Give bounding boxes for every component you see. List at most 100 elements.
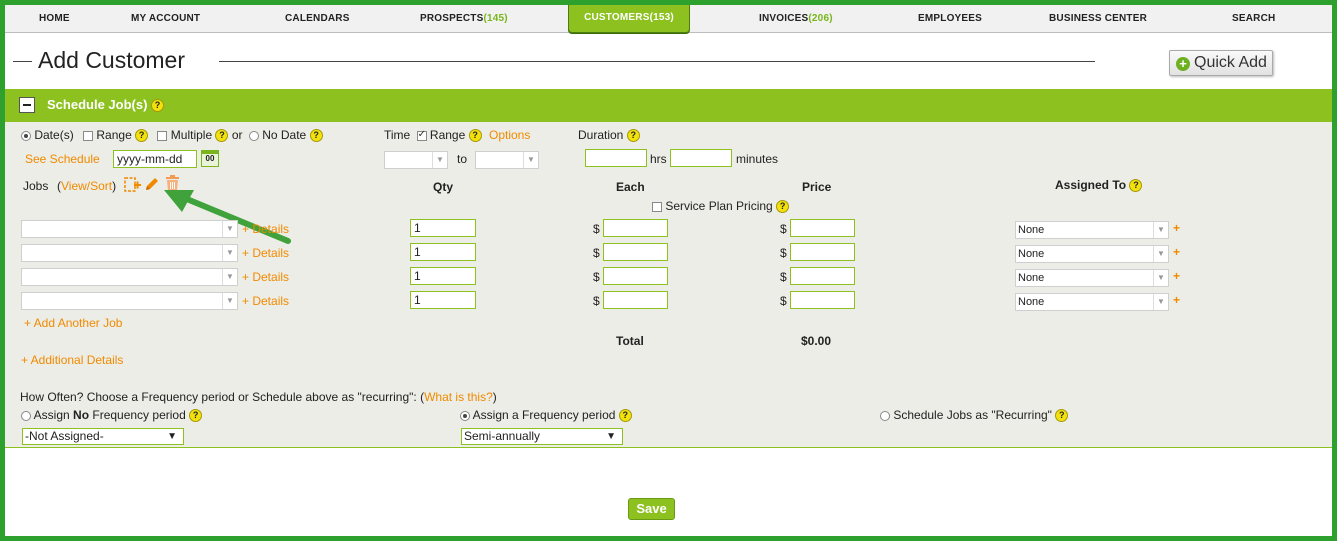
- multiple-checkbox[interactable]: [157, 130, 168, 141]
- frequency-period-value: Semi-annually: [464, 429, 541, 443]
- nav-customers-label: CUSTOMERS: [584, 12, 650, 23]
- job-price-input[interactable]: [790, 267, 855, 285]
- view-sort-link[interactable]: View/Sort: [61, 179, 112, 193]
- price-header: Price: [802, 180, 832, 194]
- what-is-this-link[interactable]: What is this?: [424, 390, 493, 404]
- add-assignee-icon[interactable]: +: [1173, 221, 1180, 235]
- additional-details-link[interactable]: + Additional Details: [21, 353, 123, 367]
- help-icon[interactable]: ?: [151, 99, 165, 113]
- job-qty-input[interactable]: 1: [410, 219, 476, 237]
- job-price-input[interactable]: [790, 219, 855, 237]
- no-date-radio[interactable]: [248, 130, 259, 141]
- page-title: Add Customer: [38, 47, 186, 73]
- assigned-to-select[interactable]: None ▼: [1015, 245, 1169, 263]
- nav-calendars[interactable]: CALENDARS: [285, 5, 350, 33]
- job-qty-input[interactable]: 1: [410, 291, 476, 309]
- help-icon[interactable]: ?: [776, 200, 790, 214]
- edit-pencil-icon[interactable]: [144, 176, 160, 192]
- job-qty-input[interactable]: 1: [410, 267, 476, 285]
- quick-add-button[interactable]: + Quick Add: [1169, 50, 1273, 76]
- collapse-icon[interactable]: [19, 97, 35, 113]
- assign-frequency-option: Assign a Frequency period ?: [460, 408, 632, 423]
- chevron-down-icon: ▼: [1153, 270, 1168, 286]
- help-icon[interactable]: ?: [626, 129, 640, 143]
- see-schedule-link[interactable]: See Schedule: [25, 152, 100, 166]
- dates-radio[interactable]: [21, 130, 31, 141]
- assign-frequency-radio[interactable]: [460, 410, 470, 421]
- add-assignee-icon[interactable]: +: [1173, 269, 1180, 283]
- range-checkbox[interactable]: [83, 130, 94, 141]
- assigned-to-value: None: [1018, 296, 1045, 308]
- add-assignee-icon[interactable]: +: [1173, 293, 1180, 307]
- add-assignee-icon[interactable]: +: [1173, 245, 1180, 259]
- help-icon[interactable]: ?: [1055, 409, 1069, 423]
- nav-customers[interactable]: CUSTOMERS(153): [568, 4, 690, 33]
- job-select[interactable]: ▼: [21, 268, 238, 286]
- job-each-input[interactable]: [603, 267, 668, 285]
- duration-minutes-input[interactable]: [670, 149, 732, 167]
- hrs-label: hrs: [650, 152, 667, 166]
- job-each-input[interactable]: [603, 243, 668, 261]
- job-details-link[interactable]: + Details: [242, 222, 289, 236]
- job-each-input[interactable]: [603, 291, 668, 309]
- assign-no-frequency-radio[interactable]: [21, 410, 31, 421]
- job-price-input[interactable]: [790, 291, 855, 309]
- time-group: Time Range ? Options: [384, 128, 530, 143]
- time-range-checkbox[interactable]: [416, 129, 427, 141]
- time-to-label: to: [457, 152, 468, 166]
- assigned-to-select[interactable]: None ▼: [1015, 293, 1169, 311]
- frequency-question-text: How Often? Choose a Frequency period or …: [20, 390, 425, 404]
- help-icon[interactable]: ?: [309, 129, 323, 143]
- qty-header: Qty: [433, 180, 454, 194]
- job-details-link[interactable]: + Details: [242, 294, 289, 308]
- job-each-input[interactable]: [603, 219, 668, 237]
- help-icon[interactable]: ?: [135, 129, 149, 143]
- dates-label: Date(s): [34, 128, 74, 142]
- date-input[interactable]: yyyy-mm-dd: [113, 150, 197, 168]
- add-job-icon[interactable]: [124, 176, 142, 194]
- job-select[interactable]: ▼: [21, 220, 238, 238]
- multiple-label: Multiple: [170, 128, 213, 142]
- add-another-job-link[interactable]: + Add Another Job: [24, 316, 122, 330]
- annotation-arrow-icon: [164, 190, 291, 244]
- jobs-label: Jobs: [23, 179, 49, 193]
- time-start-select[interactable]: ▼: [384, 151, 448, 169]
- job-price-input[interactable]: [790, 243, 855, 261]
- nav-employees[interactable]: EMPLOYEES: [918, 5, 982, 33]
- help-icon[interactable]: ?: [618, 409, 632, 423]
- assigned-to-select[interactable]: None ▼: [1015, 221, 1169, 239]
- nav-search[interactable]: SEARCH: [1232, 5, 1275, 33]
- assigned-to-select[interactable]: None ▼: [1015, 269, 1169, 287]
- service-plan-pricing-checkbox[interactable]: [652, 201, 662, 212]
- time-range-label: Range: [429, 128, 466, 142]
- title-rule-right: [219, 61, 1095, 62]
- job-select[interactable]: ▼: [21, 292, 238, 310]
- job-details-link[interactable]: + Details: [242, 246, 289, 260]
- nav-prospects-count: (145): [483, 13, 508, 24]
- help-icon[interactable]: ?: [468, 129, 482, 143]
- each-header: Each: [616, 180, 645, 194]
- save-button[interactable]: Save: [628, 498, 675, 520]
- job-qty-input[interactable]: 1: [410, 243, 476, 261]
- schedule-recurring-radio[interactable]: [880, 410, 890, 421]
- nav-my-account[interactable]: MY ACCOUNT: [131, 5, 200, 33]
- assign-frequency-label: Assign a Frequency period: [472, 408, 616, 422]
- currency-label: $: [780, 270, 787, 284]
- job-details-link[interactable]: + Details: [242, 270, 289, 284]
- help-icon[interactable]: ?: [189, 409, 203, 423]
- no-frequency-select[interactable]: -Not Assigned- ▼: [22, 428, 184, 445]
- chevron-down-icon: ▼: [222, 269, 237, 285]
- time-end-select[interactable]: ▼: [475, 151, 539, 169]
- help-icon[interactable]: ?: [215, 129, 229, 143]
- time-options-link[interactable]: Options: [489, 128, 530, 142]
- calendar-icon[interactable]: 00: [201, 150, 219, 167]
- nav-invoices[interactable]: INVOICES(206): [759, 5, 833, 33]
- job-select[interactable]: ▼: [21, 244, 238, 262]
- duration-hours-input[interactable]: [585, 149, 647, 167]
- nav-prospects[interactable]: PROSPECTS(145): [420, 5, 508, 33]
- nav-home[interactable]: HOME: [39, 5, 70, 33]
- range-label: Range: [96, 128, 132, 142]
- frequency-period-select[interactable]: Semi-annually ▼: [461, 428, 623, 445]
- help-icon[interactable]: ?: [1129, 179, 1143, 193]
- nav-business-center[interactable]: BUSINESS CENTER: [1049, 5, 1147, 33]
